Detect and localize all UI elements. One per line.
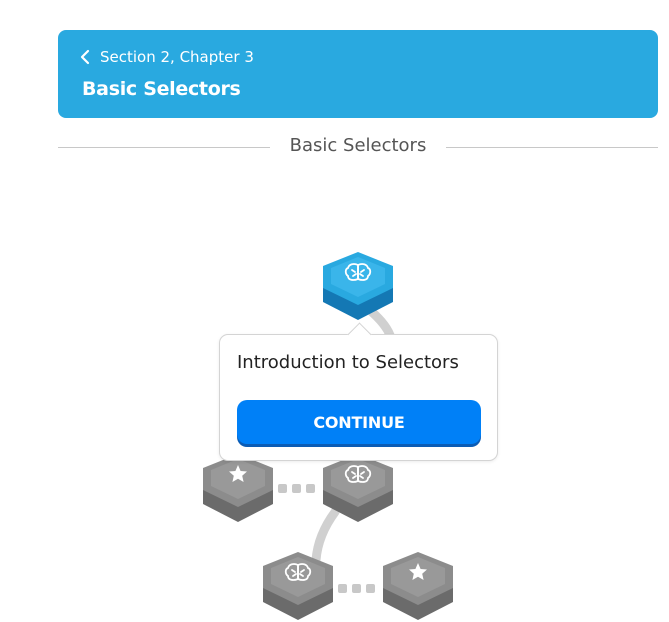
path-dots-row1 (278, 484, 315, 493)
lesson-node-locked[interactable] (321, 452, 395, 524)
lesson-node-active[interactable] (321, 250, 395, 322)
continue-button[interactable]: CONTINUE (237, 400, 481, 444)
lesson-title: Introduction to Selectors (237, 352, 459, 373)
lesson-node-locked[interactable] (201, 452, 275, 524)
lesson-popup: Introduction to Selectors CONTINUE (219, 322, 498, 461)
lesson-node-locked[interactable] (261, 550, 335, 622)
path-dots-row2 (338, 584, 375, 593)
lesson-node-locked[interactable] (381, 550, 455, 622)
